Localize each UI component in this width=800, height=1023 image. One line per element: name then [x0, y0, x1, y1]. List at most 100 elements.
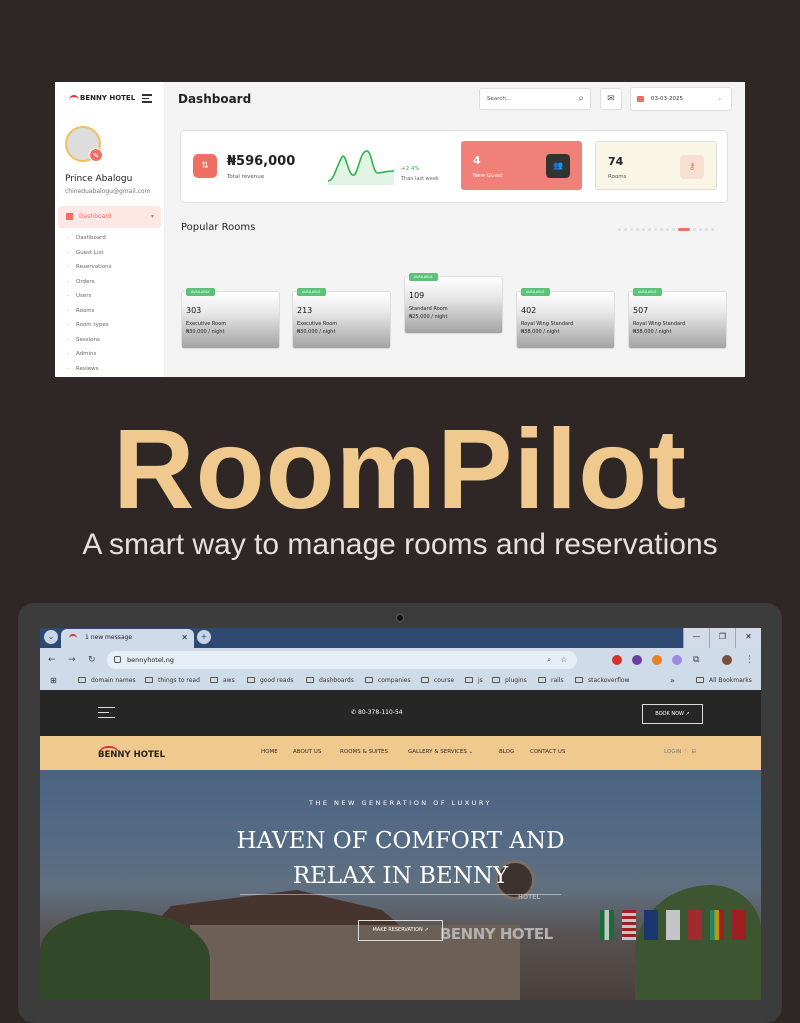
new-tab-icon[interactable]: +: [197, 630, 211, 644]
bookmarks-overflow[interactable]: »: [670, 672, 675, 690]
search-input[interactable]: Search... ⌕: [479, 88, 591, 110]
search-icon[interactable]: ⌕: [578, 92, 584, 106]
phone-number[interactable]: ✆ 80-378-110-54: [351, 690, 403, 736]
site-logo[interactable]: BENNY HOTEL: [98, 736, 165, 774]
bookmark-item[interactable]: plugins: [492, 672, 527, 690]
site-info-icon[interactable]: [114, 656, 121, 663]
window-close-icon[interactable]: ✕: [735, 628, 761, 648]
sidebar-item-dashboard[interactable]: Dashboard ▾: [58, 206, 161, 228]
mail-icon[interactable]: ✉: [600, 88, 622, 110]
browser-toolbar: ← → ↻ bennyhotel.ng ⌕ ☆ ⧉ ⋮: [40, 648, 761, 672]
status-badge: AVAILABLE: [297, 288, 326, 296]
avatar[interactable]: ✎: [65, 126, 103, 162]
book-now-button[interactable]: BOOK NOW ↗: [642, 704, 703, 724]
room-number: 213: [297, 306, 313, 315]
make-reservation-button[interactable]: MAKE RESERVATION ↗: [358, 920, 443, 941]
submenu-item-admins[interactable]: Admins: [67, 351, 96, 357]
extension-icon[interactable]: [632, 655, 642, 665]
bookmark-item[interactable]: js: [465, 672, 483, 690]
more-menu-icon[interactable]: ⋮: [745, 648, 754, 672]
room-number: 303: [186, 306, 202, 315]
submenu-item-orders[interactable]: Orders: [67, 279, 95, 285]
forward-icon[interactable]: →: [68, 648, 76, 672]
zoom-icon[interactable]: ⌕: [547, 651, 551, 669]
submenu-item-users[interactable]: Users: [67, 293, 91, 299]
room-card[interactable]: AVAILABLE 507 Royal Wing Standard ₦38,00…: [628, 288, 727, 349]
bookmark-item[interactable]: things to read: [145, 672, 200, 690]
carousel-dots[interactable]: [618, 228, 714, 231]
minimize-icon[interactable]: —: [683, 628, 709, 648]
rooms-card[interactable]: 74 Rooms ⚷: [595, 141, 717, 190]
edit-pencil-icon[interactable]: ✎: [89, 148, 103, 162]
submenu-item-room-types[interactable]: Room types: [67, 322, 109, 328]
room-card[interactable]: AVAILABLE 109 Standard Room ₦25,000 / ni…: [404, 273, 503, 334]
folder-icon: [696, 677, 704, 683]
nav-contact[interactable]: CONTACT US: [530, 736, 565, 769]
bookmark-item[interactable]: rails: [538, 672, 564, 690]
submenu-item-guest-list[interactable]: Guest List: [67, 250, 104, 256]
close-tab-icon[interactable]: ✕: [181, 629, 188, 646]
browser-tab[interactable]: 1 new message ✕: [61, 629, 194, 648]
room-card[interactable]: AVAILABLE 213 Executive Room ₦30,000 / n…: [292, 288, 391, 349]
bookmark-label: companies: [378, 677, 411, 684]
bookmark-item[interactable]: domain names: [78, 672, 136, 690]
extension-opera-icon[interactable]: [612, 655, 622, 665]
webcam-icon: [396, 614, 404, 622]
nav-home[interactable]: HOME: [261, 736, 278, 769]
favicon-icon: [69, 634, 77, 641]
nav-blog[interactable]: BLOG: [499, 736, 514, 769]
bookmark-item[interactable]: aws: [210, 672, 235, 690]
restaurant-icon: 🍴: [681, 749, 690, 755]
submenu-item-dashboard[interactable]: Dashboard: [67, 235, 106, 241]
bookmark-item[interactable]: course: [421, 672, 454, 690]
arrow-up-right-icon: ↗: [422, 927, 429, 933]
reload-icon[interactable]: ↻: [88, 648, 96, 672]
bookmark-label: course: [434, 677, 455, 684]
nav-about[interactable]: ABOUT US: [293, 736, 321, 769]
submenu-item-rooms[interactable]: Rooms: [67, 308, 95, 314]
bookmark-star-icon[interactable]: ☆: [561, 651, 567, 669]
bookmark-label: rails: [551, 677, 564, 684]
submenu-item-sessions[interactable]: Sessions: [67, 337, 100, 343]
room-card[interactable]: AVAILABLE 402 Royal Wing Standard ₦38,00…: [516, 288, 615, 349]
brand-tagline: A smart way to manage rooms and reservat…: [82, 528, 718, 561]
address-bar[interactable]: bennyhotel.ng ⌕ ☆: [107, 651, 577, 669]
tab-search-icon[interactable]: ⌄: [44, 630, 58, 644]
folder-icon: [465, 677, 473, 683]
login-link[interactable]: LOGIN 🍴 ⊟: [664, 736, 696, 769]
nav-gallery[interactable]: GALLERY & SERVICES ⌄: [408, 736, 473, 769]
submenu-item-reviews[interactable]: Reviews: [67, 366, 99, 372]
dashboard-logo[interactable]: BENNY HOTEL: [69, 94, 135, 102]
bookmark-item[interactable]: stackoverflow: [575, 672, 629, 690]
menu-icon[interactable]: [98, 707, 115, 722]
folder-icon: [306, 677, 314, 683]
room-card[interactable]: AVAILABLE 303 Executive Room ₦30,000 / n…: [181, 288, 280, 349]
room-number: 402: [521, 306, 537, 315]
submenu-item-reservations[interactable]: Reservations: [67, 264, 112, 270]
extension-metamask-icon[interactable]: [652, 655, 662, 665]
folder-icon: [421, 677, 429, 683]
bookmark-item[interactable]: good reads: [247, 672, 294, 690]
folder-icon: [538, 677, 546, 683]
new-guest-label: New Guest: [473, 173, 503, 179]
bookmark-item[interactable]: companies: [365, 672, 411, 690]
apps-grid-icon[interactable]: ⊞: [50, 672, 57, 690]
bookmark-item[interactable]: dashboards: [306, 672, 354, 690]
revenue-sparkline: [327, 150, 395, 185]
hamburger-icon[interactable]: [142, 94, 152, 105]
revenue-arrows-icon: ⇅: [193, 154, 217, 178]
revenue-change-label: Than last week: [401, 176, 439, 182]
room-price: ₦30,000 / night: [297, 329, 336, 335]
all-bookmarks-label: All Bookmarks: [709, 677, 752, 684]
bookmark-label: good reads: [260, 677, 294, 684]
restore-icon[interactable]: ❐: [709, 628, 735, 648]
profile-avatar[interactable]: [722, 655, 732, 665]
sidebar-item-label: Dashboard: [79, 213, 112, 220]
back-icon[interactable]: ←: [48, 648, 56, 672]
nav-rooms[interactable]: ROOMS & SUITES: [340, 736, 388, 769]
extensions-puzzle-icon[interactable]: ⧉: [693, 648, 699, 672]
all-bookmarks[interactable]: All Bookmarks: [696, 672, 752, 690]
extension-icon[interactable]: [672, 655, 682, 665]
new-guest-card[interactable]: 4 New Guest 👥: [461, 141, 582, 190]
date-picker[interactable]: 03-03-2025 ⌄: [630, 87, 732, 111]
